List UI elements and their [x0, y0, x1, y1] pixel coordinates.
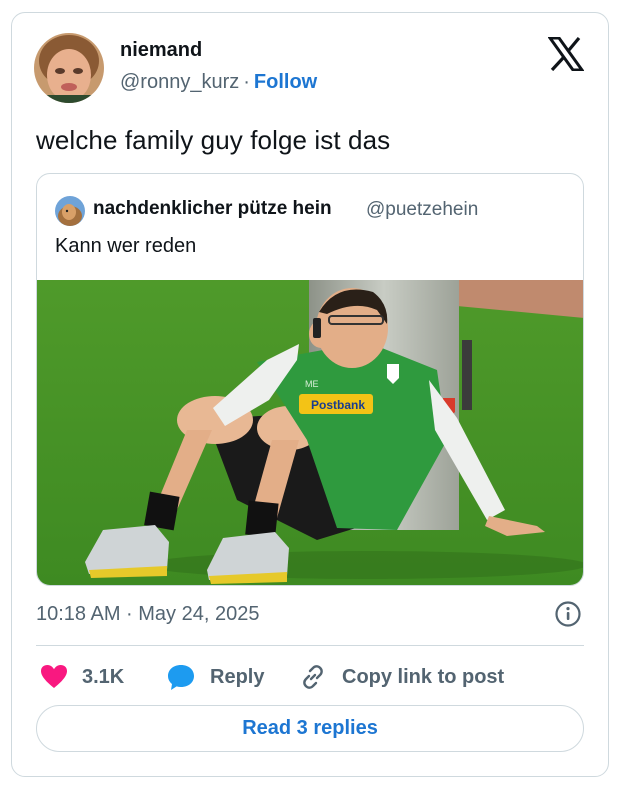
jersey-initials: ME [305, 379, 319, 389]
author-name[interactable]: niemand [120, 39, 202, 62]
like-count: 3.1K [82, 665, 125, 688]
quoted-author-handle[interactable]: @puetzehein [366, 199, 478, 221]
quoted-tweet[interactable]: nachdenklicher pütze hein @puetzehein Ka… [36, 173, 584, 586]
tweet-text: welche family guy folge ist das [36, 125, 391, 155]
divider [36, 645, 584, 646]
quoted-author-avatar[interactable] [55, 196, 85, 226]
reply-label: Reply [210, 665, 265, 688]
separator-dot: · [243, 71, 250, 93]
reply-bubble-icon [168, 665, 194, 690]
tweet-card: niemand @ronny_kurz · Follow welche family… [11, 12, 609, 777]
read-replies-button[interactable]: Read 3 replies [36, 705, 584, 752]
follow-button[interactable]: Follow [254, 71, 317, 93]
author-handle-row: @ronny_kurz · Follow [120, 71, 317, 94]
quoted-tweet-text: Kann wer reden [55, 235, 197, 257]
quoted-author-name[interactable]: nachdenklicher pütze hein [93, 198, 332, 220]
heart-icon [41, 665, 67, 688]
link-icon [303, 665, 323, 689]
author-avatar[interactable] [34, 33, 104, 103]
action-bar: 3.1K Reply Copy link to post [36, 661, 596, 693]
copy-link-label: Copy link to post [342, 665, 505, 688]
x-logo-icon[interactable] [547, 36, 585, 72]
copy-link-button[interactable]: Copy link to post [298, 661, 504, 693]
like-button[interactable]: 3.1K [40, 661, 124, 693]
read-replies-label: Read 3 replies [242, 717, 378, 739]
author-handle[interactable]: @ronny_kurz [120, 71, 239, 93]
info-icon[interactable] [554, 600, 582, 628]
jersey-sponsor-text: Postbank [311, 398, 365, 412]
tweet-timestamp[interactable]: 10:18 AM · May 24, 2025 [36, 603, 259, 626]
reply-button[interactable]: Reply [166, 661, 264, 693]
quoted-photo[interactable]: Postbank ME [37, 280, 583, 585]
